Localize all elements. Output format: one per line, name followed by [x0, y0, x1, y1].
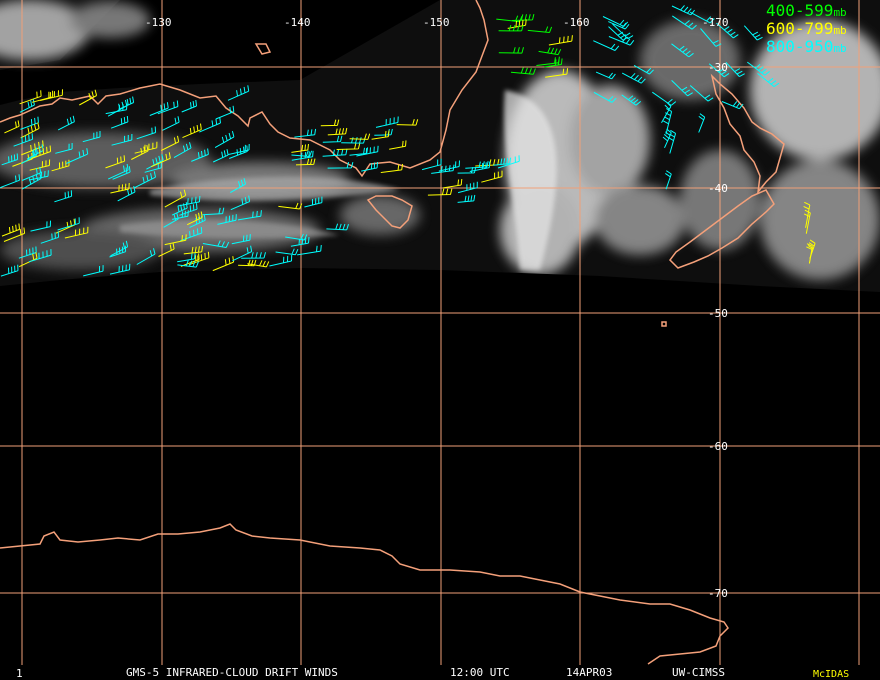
lon-label-130: -130: [145, 16, 172, 29]
lon-label-140: -140: [284, 16, 311, 29]
satellite-map: -130 -140 -150 -160 -170 -30 -40 -50 -60…: [0, 0, 880, 680]
observation-date: 14APR03: [566, 666, 612, 679]
lat-label-70: -70: [708, 587, 728, 600]
software-label: McIDAS: [813, 669, 849, 680]
observation-time: 12:00 UTC: [450, 666, 510, 679]
lat-label-60: -60: [708, 440, 728, 453]
frame-number: 1: [16, 667, 23, 680]
product-title: GMS-5 INFRARED-CLOUD DRIFT WINDS: [126, 666, 338, 679]
lat-label-50: -50: [708, 307, 728, 320]
lon-label-150: -150: [423, 16, 450, 29]
lat-label-30: -30: [708, 61, 728, 74]
footer-bar: 1 GMS-5 INFRARED-CLOUD DRIFT WINDS 12:00…: [16, 666, 849, 680]
lon-label-160: -160: [563, 16, 590, 29]
pressure-legend: 400-599mb 600-799mb 800-950mb: [766, 1, 847, 56]
source-label: UW-CIMSS: [672, 666, 725, 679]
lon-label-170: -170: [702, 16, 729, 29]
lat-label-40: -40: [708, 182, 728, 195]
